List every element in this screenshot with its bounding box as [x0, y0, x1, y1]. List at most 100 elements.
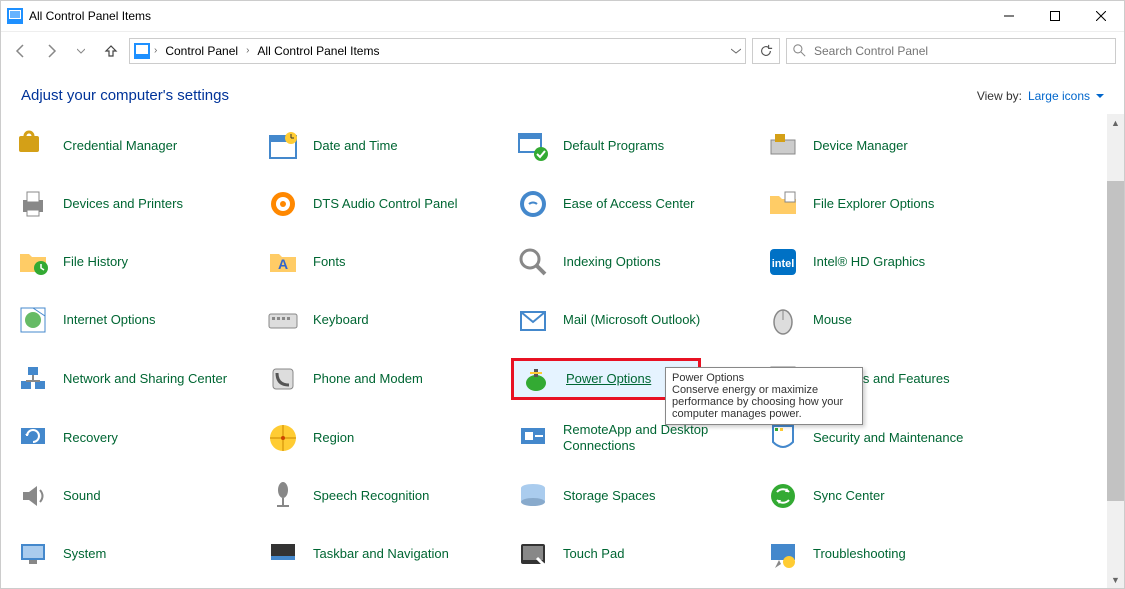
- svg-text:A: A: [278, 256, 288, 272]
- control-panel-item[interactable]: Region: [261, 418, 511, 458]
- credential-icon: [17, 130, 49, 162]
- search-box[interactable]: [786, 38, 1116, 64]
- storage-icon: [517, 480, 549, 512]
- control-panel-item[interactable]: Storage Spaces: [511, 476, 761, 516]
- item-label: Network and Sharing Center: [63, 371, 227, 387]
- viewby-value[interactable]: Large icons: [1028, 89, 1090, 103]
- recent-dropdown[interactable]: [69, 39, 93, 63]
- recovery-icon: [17, 422, 49, 454]
- item-label: Devices and Printers: [63, 196, 183, 212]
- item-label: Security and Maintenance: [813, 430, 963, 446]
- search-input[interactable]: [812, 43, 1109, 59]
- page-heading: Adjust your computer's settings: [21, 87, 229, 104]
- tooltip: Power Options Conserve energy or maximiz…: [665, 367, 863, 425]
- scroll-down-button[interactable]: ▼: [1107, 571, 1124, 588]
- scroll-thumb[interactable]: [1107, 181, 1124, 501]
- control-panel-item[interactable]: Device Manager: [761, 126, 1011, 166]
- item-label: Power Options: [566, 371, 651, 387]
- maximize-button[interactable]: [1032, 1, 1078, 31]
- scroll-track[interactable]: [1107, 131, 1124, 571]
- chevron-down-icon[interactable]: [731, 46, 741, 56]
- back-button[interactable]: [9, 39, 33, 63]
- item-label: Date and Time: [313, 138, 398, 154]
- breadcrumb-root[interactable]: Control Panel: [161, 42, 242, 60]
- ease-icon: [517, 188, 549, 220]
- control-panel-item[interactable]: Indexing Options: [511, 242, 761, 282]
- address-bar[interactable]: › Control Panel › All Control Panel Item…: [129, 38, 746, 64]
- control-panel-item[interactable]: Credential Manager: [11, 126, 261, 166]
- item-label: Touch Pad: [563, 546, 624, 562]
- control-panel-item[interactable]: Network and Sharing Center: [11, 358, 261, 400]
- control-panel-item[interactable]: Internet Options: [11, 300, 261, 340]
- control-panel-item[interactable]: Mail (Microsoft Outlook): [511, 300, 761, 340]
- vertical-scrollbar[interactable]: ▲ ▼: [1107, 114, 1124, 588]
- control-panel-item[interactable]: Sound: [11, 476, 261, 516]
- item-label: Speech Recognition: [313, 488, 429, 504]
- control-panel-item[interactable]: Touch Pad: [511, 534, 761, 574]
- item-label: Ease of Access Center: [563, 196, 695, 212]
- control-panel-item[interactable]: Troubleshooting: [761, 534, 1011, 574]
- up-button[interactable]: [99, 39, 123, 63]
- item-label: Sync Center: [813, 488, 885, 504]
- system-icon: [17, 538, 49, 570]
- control-panel-item[interactable]: intel Intel® HD Graphics: [761, 242, 1011, 282]
- mouse-icon: [767, 304, 799, 336]
- content-area: Credential Manager Date and Time Default P…: [1, 114, 1124, 588]
- control-panel-item[interactable]: Taskbar and Navigation: [261, 534, 511, 574]
- item-label: Mouse: [813, 312, 852, 328]
- control-panel-item[interactable]: Keyboard: [261, 300, 511, 340]
- item-label: Sound: [63, 488, 101, 504]
- item-label: Taskbar and Navigation: [313, 546, 449, 562]
- indexing-icon: [517, 246, 549, 278]
- control-panel-icon: [7, 8, 23, 24]
- item-label: Device Manager: [813, 138, 908, 154]
- control-panel-item[interactable]: Ease of Access Center: [511, 184, 761, 224]
- close-button[interactable]: [1078, 1, 1124, 31]
- refresh-button[interactable]: [752, 38, 780, 64]
- item-label: Storage Spaces: [563, 488, 656, 504]
- minimize-button[interactable]: [986, 1, 1032, 31]
- forward-button[interactable]: [39, 39, 63, 63]
- control-panel-item[interactable]: File History: [11, 242, 261, 282]
- control-panel-item[interactable]: Phone and Modem: [261, 358, 511, 400]
- tooltip-title: Power Options: [672, 372, 856, 384]
- phone-icon: [267, 363, 299, 395]
- item-label: Phone and Modem: [313, 371, 423, 387]
- chevron-right-icon: ›: [246, 45, 249, 56]
- item-label: Troubleshooting: [813, 546, 906, 562]
- item-label: Mail (Microsoft Outlook): [563, 312, 700, 328]
- sync-icon: [767, 480, 799, 512]
- datetime-icon: [267, 130, 299, 162]
- breadcrumb-current[interactable]: All Control Panel Items: [253, 42, 383, 60]
- scroll-up-button[interactable]: ▲: [1107, 114, 1124, 131]
- control-panel-item[interactable]: AFonts: [261, 242, 511, 282]
- control-panel-item[interactable]: File Explorer Options: [761, 184, 1011, 224]
- viewby-label: View by:: [977, 89, 1022, 103]
- remoteapp-icon: [517, 422, 549, 454]
- control-panel-item[interactable]: System: [11, 534, 261, 574]
- control-panel-item[interactable]: Devices and Printers: [11, 184, 261, 224]
- region-icon: [267, 422, 299, 454]
- control-panel-item[interactable]: Default Programs: [511, 126, 761, 166]
- filehist-icon: [17, 246, 49, 278]
- item-label: Intel® HD Graphics: [813, 254, 925, 270]
- control-panel-item[interactable]: Date and Time: [261, 126, 511, 166]
- navbar: › Control Panel › All Control Panel Item…: [1, 31, 1124, 69]
- item-label: Indexing Options: [563, 254, 661, 270]
- control-panel-item[interactable]: Speech Recognition: [261, 476, 511, 516]
- troubleshoot-icon: [767, 538, 799, 570]
- titlebar: All Control Panel Items: [1, 1, 1124, 31]
- control-panel-icon: [134, 43, 150, 59]
- dts-icon: [267, 188, 299, 220]
- window-title: All Control Panel Items: [29, 9, 151, 23]
- keyboard-icon: [267, 304, 299, 336]
- item-label: File Explorer Options: [813, 196, 934, 212]
- svg-text:intel: intel: [772, 258, 795, 270]
- mail-icon: [517, 304, 549, 336]
- view-by-selector[interactable]: View by: Large icons: [977, 89, 1104, 103]
- chevron-right-icon: ›: [154, 45, 157, 56]
- control-panel-item[interactable]: Recovery: [11, 418, 261, 458]
- control-panel-item[interactable]: Sync Center: [761, 476, 1011, 516]
- control-panel-item[interactable]: DTS Audio Control Panel: [261, 184, 511, 224]
- control-panel-item[interactable]: Mouse: [761, 300, 1011, 340]
